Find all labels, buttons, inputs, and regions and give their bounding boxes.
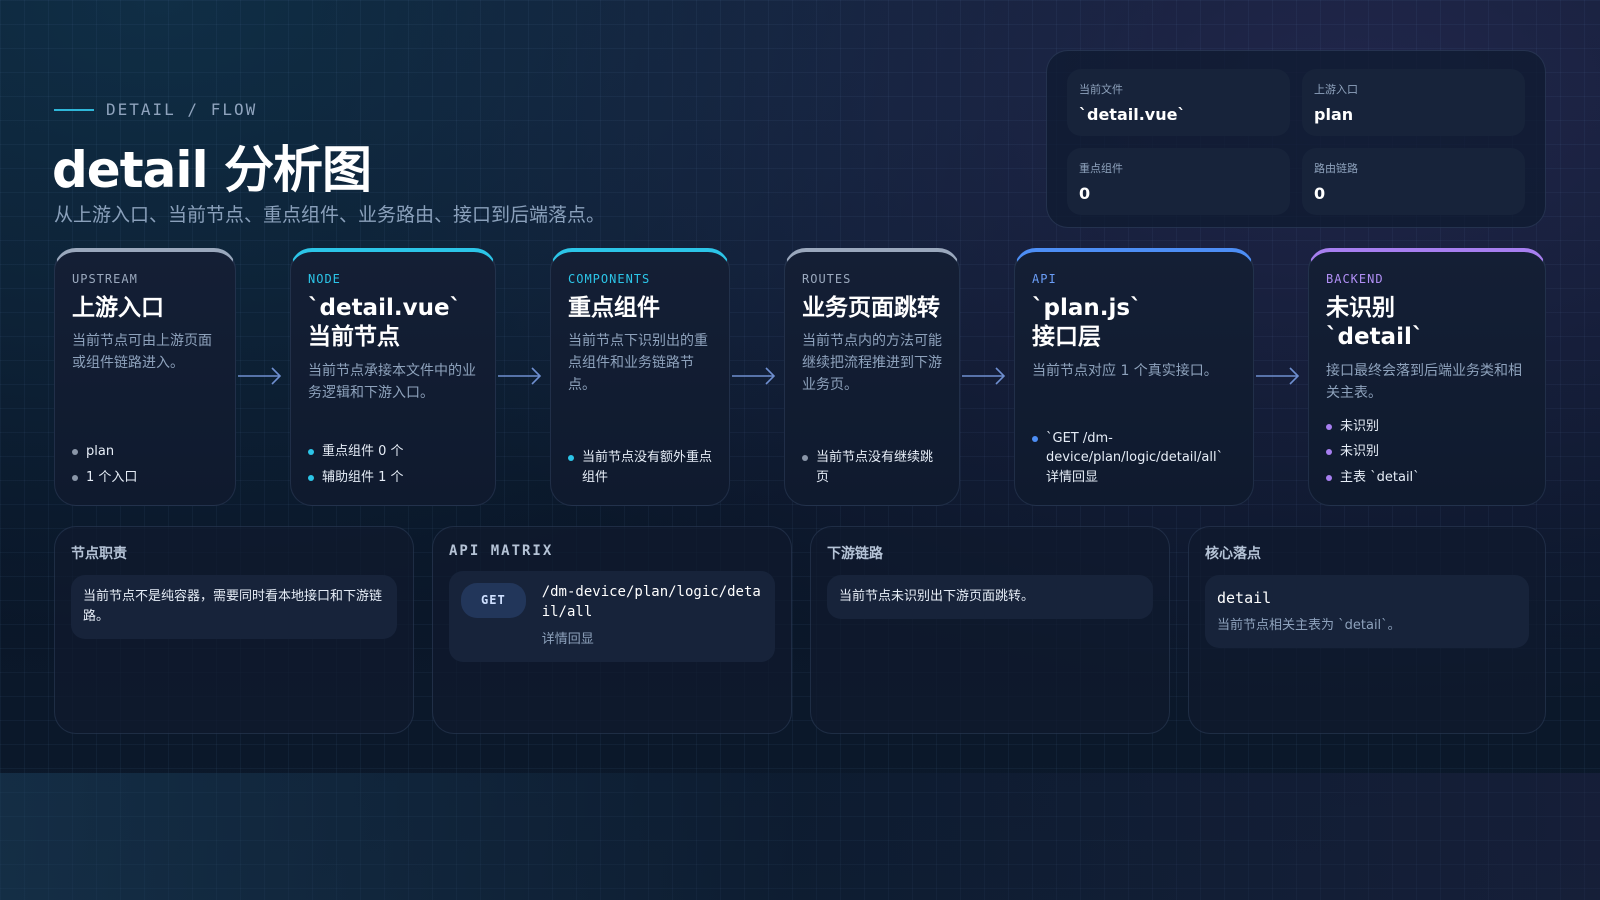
card-desc: 接口最终会落到后端业务类和相关主表。 [1326,362,1522,401]
stat-value: 0 [1079,184,1091,203]
panel-node-duty: 节点职责 当前节点不是纯容器，需要同时看本地接口和下游链路。 [54,526,414,734]
card-list: plan 1 个入口 [72,436,221,487]
arrow-right-icon [1256,367,1300,385]
card-title: 重点组件 [568,295,660,321]
core-entry: detail 当前节点相关主表为 `detail`。 [1205,575,1529,649]
panel-core-landing: 核心落点 detail 当前节点相关主表为 `detail`。 [1188,526,1546,734]
card-title: `plan.js` 接口层 [1032,294,1236,353]
panel-title: API MATRIX [449,543,554,559]
http-method-badge: GET [461,583,526,618]
arrow-right-icon [238,367,282,385]
stat-value: 0 [1314,184,1326,203]
flow-row: UPSTREAM 上游入口 当前节点可由上游页面或组件链路进入。 plan 1 … [0,248,1600,506]
panel-title: 核心落点 [1205,546,1261,562]
card-list: 当前节点没有继续跳页 [802,442,945,487]
stat-label: 当前文件 [1079,83,1123,96]
card-list: 当前节点没有额外重点组件 [568,442,715,487]
page-subtitle: 从上游入口、当前节点、重点组件、业务路由、接口到后端落点。 [54,204,606,226]
arrow-right-icon [732,367,776,385]
stat-value: `detail.vue` [1079,105,1186,124]
list-item: 1 个入口 [72,468,221,488]
card-tag: BACKEND [1326,272,1384,286]
bottom-band [0,773,1600,900]
card-title: `detail.vue` 当前节点 [308,294,478,353]
stat-label: 重点组件 [1079,162,1123,175]
stat-label: 上游入口 [1314,83,1358,96]
api-path: /dm-device/plan/logic/detail/all [541,584,761,620]
card-title-line: `detail.vue` [308,295,462,321]
list-item: plan [72,442,221,462]
card-list: 重点组件 0 个 辅助组件 1 个 [308,436,481,487]
card-tag: API [1032,272,1057,286]
card-desc: 当前节点对应 1 个真实接口。 [1032,362,1218,379]
stat-components: 重点组件 0 [1067,148,1290,215]
list-item: 未识别 [1326,442,1531,462]
card-tag: NODE [308,272,341,286]
card-desc: 当前节点承接本文件中的业务逻辑和下游入口。 [308,362,476,401]
list-item: 主表 `detail` [1326,468,1531,488]
card-tag: COMPONENTS [568,272,651,286]
kicker-line [54,108,94,111]
card-tag: UPSTREAM [72,272,138,286]
card-title-line: 未识别 [1326,295,1395,321]
panel-text: 当前节点未识别出下游页面跳转。 [827,575,1153,620]
card-desc: 当前节点可由上游页面或组件链路进入。 [72,333,212,372]
card-desc: 当前节点内的方法可能继续把流程推进到下游业务页。 [802,333,942,393]
kicker-text: DETAIL / FLOW [106,100,258,119]
panel-title: 下游链路 [827,546,883,562]
card-title-line: 接口层 [1032,324,1101,351]
list-item: `GET /dm-device/plan/logic/detail/all` 详… [1032,429,1239,488]
api-note: 详情回显 [541,632,594,648]
list-item: 当前节点没有额外重点组件 [568,448,715,487]
page-title: detail 分析图 [52,141,372,199]
core-value: detail [1217,589,1272,607]
flow-card-node[interactable]: NODE `detail.vue` 当前节点 当前节点承接本文件中的业务逻辑和下… [290,248,496,506]
flow-card-routes[interactable]: ROUTES 业务页面跳转 当前节点内的方法可能继续把流程推进到下游业务页。 当… [784,248,960,506]
panel-api-matrix: API MATRIX GET /dm-device/plan/logic/det… [432,526,792,734]
card-list: 未识别 未识别 主表 `detail` [1326,411,1531,488]
stat-routes: 路由链路 0 [1302,148,1525,215]
list-item: 辅助组件 1 个 [308,468,481,488]
card-title: 上游入口 [72,295,164,321]
card-list: `GET /dm-device/plan/logic/detail/all` 详… [1032,423,1239,488]
stat-upstream: 上游入口 plan [1302,69,1525,136]
flow-card-components[interactable]: COMPONENTS 重点组件 当前节点下识别出的重点组件和业务链路节点。 当前… [550,248,730,506]
card-title-line: 当前节点 [308,324,400,351]
card-tag: ROUTES [802,272,852,286]
list-item: 重点组件 0 个 [308,442,481,462]
stat-value: plan [1314,105,1354,124]
card-title-line: `plan.js` [1032,295,1142,321]
list-item: 当前节点没有继续跳页 [802,448,945,487]
list-item: 未识别 [1326,417,1531,437]
flow-card-api[interactable]: API `plan.js` 接口层 当前节点对应 1 个真实接口。 `GET /… [1014,248,1254,506]
stats-panel: 当前文件 `detail.vue` 上游入口 plan 重点组件 0 路由链路 … [1046,50,1546,228]
card-title: 未识别 `detail` [1326,294,1528,353]
stat-current-file: 当前文件 `detail.vue` [1067,69,1290,136]
api-entry[interactable]: GET /dm-device/plan/logic/detail/all 详情回… [449,571,775,663]
panel-title: 节点职责 [71,546,127,562]
flow-card-backend[interactable]: BACKEND 未识别 `detail` 接口最终会落到后端业务类和相关主表。 … [1308,248,1546,506]
arrow-right-icon [962,367,1006,385]
stat-label: 路由链路 [1314,162,1358,175]
flow-card-upstream[interactable]: UPSTREAM 上游入口 当前节点可由上游页面或组件链路进入。 plan 1 … [54,248,236,506]
panel-text: 当前节点不是纯容器，需要同时看本地接口和下游链路。 [71,575,397,640]
arrow-right-icon [498,367,542,385]
core-note: 当前节点相关主表为 `detail`。 [1217,618,1401,634]
card-title-line: `detail` [1326,324,1424,351]
kicker: DETAIL / FLOW [54,100,257,119]
card-title: 业务页面跳转 [802,295,940,321]
panel-downstream: 下游链路 当前节点未识别出下游页面跳转。 [810,526,1170,734]
card-desc: 当前节点下识别出的重点组件和业务链路节点。 [568,333,708,393]
